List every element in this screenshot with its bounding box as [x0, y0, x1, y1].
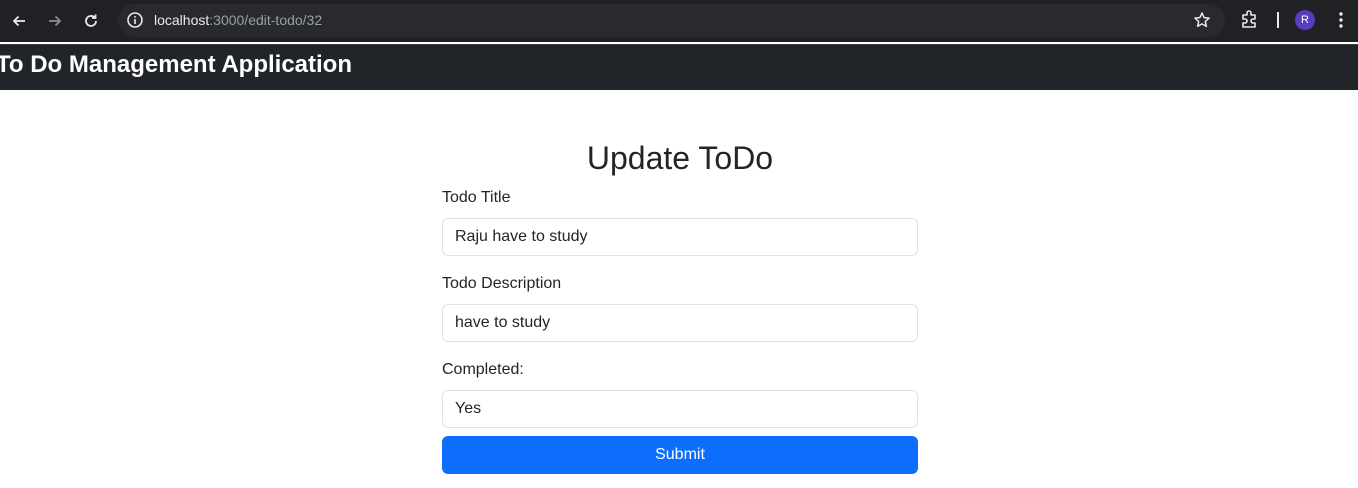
- site-info-icon[interactable]: [125, 10, 145, 30]
- more-menu-icon[interactable]: [1333, 10, 1349, 35]
- page-title: Update ToDo: [586, 140, 774, 176]
- app-navbar: To Do Management Application: [0, 44, 1358, 90]
- forward-button[interactable]: [41, 7, 69, 35]
- toolbar-divider: [1277, 12, 1279, 28]
- address-bar[interactable]: localhost:3000/edit-todo/32: [118, 4, 1225, 37]
- back-button[interactable]: [5, 7, 33, 35]
- completed-label: Completed:: [442, 361, 524, 378]
- profile-avatar[interactable]: R: [1295, 10, 1315, 30]
- bookmark-star-icon[interactable]: [1193, 11, 1211, 34]
- reload-button[interactable]: [77, 7, 105, 35]
- extensions-icon[interactable]: [1240, 9, 1260, 34]
- url-host: localhost: [154, 12, 210, 28]
- completed-input[interactable]: [442, 390, 918, 428]
- arrow-left-icon: [12, 15, 25, 27]
- todo-description-label: Todo Description: [442, 275, 562, 292]
- url-path: :3000/edit-todo/32: [209, 12, 323, 28]
- browser-toolbar: localhost:3000/edit-todo/32 R: [0, 0, 1358, 42]
- url-text[interactable]: localhost:3000/edit-todo/32: [154, 12, 322, 28]
- todo-description-input[interactable]: [442, 304, 918, 342]
- reload-icon: [85, 14, 97, 27]
- todo-title-input[interactable]: [442, 218, 918, 256]
- todo-title-label: Todo Title: [442, 189, 511, 206]
- app-brand[interactable]: To Do Management Application: [0, 51, 352, 79]
- arrow-right-icon: [49, 15, 62, 27]
- submit-button[interactable]: Submit: [442, 436, 918, 474]
